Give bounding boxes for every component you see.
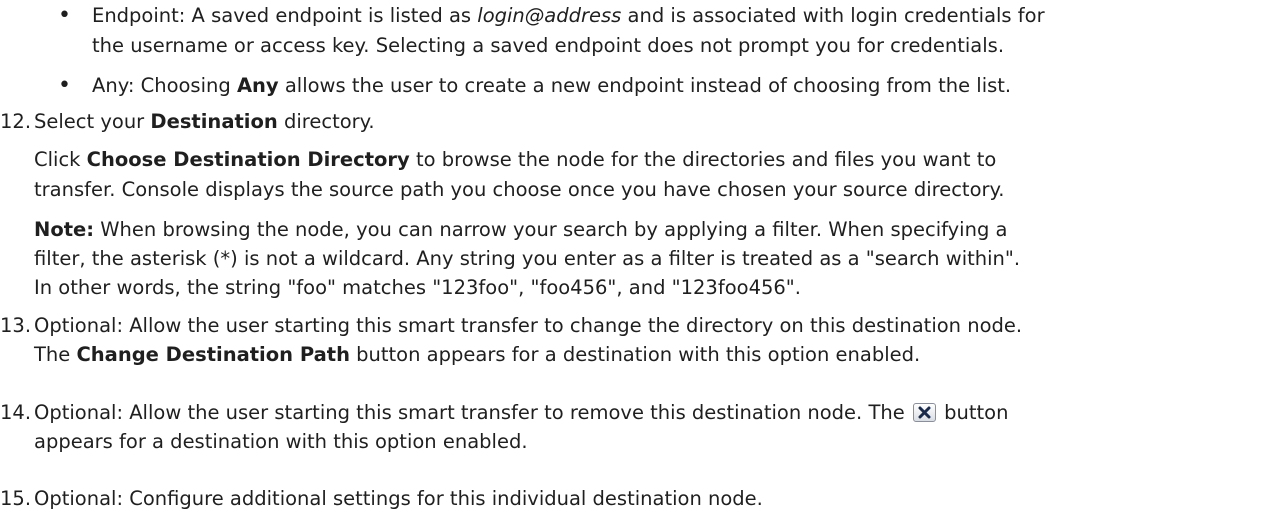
step13-line2: The Change Destination Path button appea…	[34, 343, 921, 366]
document-page: • Endpoint: A saved endpoint is listed a…	[0, 0, 1262, 527]
step-number: 13.	[0, 314, 32, 337]
step-number: 15.	[0, 487, 32, 510]
close-icon	[912, 403, 936, 422]
step12-note-line2: filter, the asterisk (*) is not a wildca…	[34, 247, 1021, 270]
step-number: 12.	[0, 110, 32, 133]
step12-heading: Select your Destination directory.	[34, 110, 375, 133]
step15-line1: Optional: Configure additional settings …	[34, 487, 763, 510]
bullet-any: Any: Choosing Any allows the user to cre…	[92, 74, 1012, 97]
step14-line2: appears for a destination with this opti…	[34, 430, 528, 453]
step14-line1: Optional: Allow the user starting this s…	[34, 401, 1009, 424]
step12-note-line3: In other words, the string "foo" matches…	[34, 276, 801, 299]
step12-note-line1: Note: When browsing the node, you can na…	[34, 218, 1008, 241]
bullet-marker: •	[58, 73, 71, 98]
step12-click-line1: Click Choose Destination Directory to br…	[34, 148, 997, 171]
bullet-marker: •	[58, 3, 71, 28]
step12-click-line2: transfer. Console displays the source pa…	[34, 178, 1005, 201]
step-number: 14.	[0, 401, 32, 424]
step13-line1: Optional: Allow the user starting this s…	[34, 314, 1023, 337]
bullet-endpoint-line1: Endpoint: A saved endpoint is listed as …	[92, 4, 1045, 27]
bullet-endpoint-line2: the username or access key. Selecting a …	[92, 34, 1005, 57]
